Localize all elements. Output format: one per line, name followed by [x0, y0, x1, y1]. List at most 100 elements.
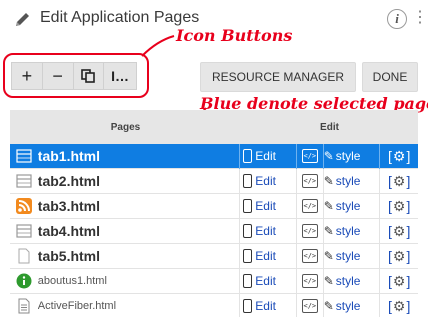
settings-bracket: [⚙] — [388, 273, 410, 290]
gear-icon: ⚙ — [392, 272, 406, 289]
edit-source-button[interactable]: </> — [297, 249, 323, 263]
add-page-button[interactable]: + — [12, 63, 43, 89]
page-settings-button[interactable]: [⚙] — [380, 148, 418, 165]
page-settings-button[interactable]: [⚙] — [380, 173, 418, 190]
edit-style-link[interactable]: ✎ style — [324, 174, 380, 188]
page-settings-button[interactable]: [⚙] — [380, 298, 418, 315]
mobile-icon — [243, 174, 253, 188]
icon-toolbar: + − I… — [11, 62, 137, 90]
bracket-left: [ — [387, 223, 392, 239]
page-icon-cell — [10, 148, 38, 164]
page-settings-button[interactable]: [⚙] — [380, 198, 418, 215]
page-settings-button[interactable]: [⚙] — [380, 223, 418, 240]
page-settings-button[interactable]: [⚙] — [380, 273, 418, 290]
dialog-title: Edit Application Pages — [40, 9, 200, 26]
code-icon: </> — [301, 174, 318, 188]
page-name[interactable]: tab5.html — [38, 248, 240, 264]
edit-style-link[interactable]: ✎ style — [324, 224, 380, 238]
page-name[interactable]: tab2.html — [38, 173, 240, 189]
gear-icon: ⚙ — [392, 247, 406, 264]
edit-style-link[interactable]: ✎ style — [324, 199, 380, 213]
page-name[interactable]: aboutus1.html — [38, 275, 240, 287]
gear-icon: ⚙ — [392, 147, 406, 164]
edit-source-button[interactable]: </> — [297, 174, 323, 188]
edit-source-button[interactable]: </> — [297, 274, 323, 288]
style-label: style — [335, 199, 361, 213]
settings-bracket: [⚙] — [388, 198, 410, 215]
style-label: style — [335, 224, 361, 238]
pencil-icon: ✎ — [323, 199, 334, 213]
edit-style-link[interactable]: ✎ style — [324, 299, 380, 313]
table-row[interactable]: tab2.html Edit </> ✎ style [⚙] — [10, 168, 418, 194]
bracket-right: ] — [406, 223, 411, 239]
edit-style-link[interactable]: ✎ style — [324, 249, 380, 263]
bracket-right: ] — [406, 198, 411, 214]
page-settings-button[interactable]: [⚙] — [380, 248, 418, 265]
edit-page-link[interactable]: Edit — [240, 199, 296, 213]
style-label: style — [335, 174, 361, 188]
code-icon: </> — [301, 299, 318, 313]
mobile-icon — [243, 199, 253, 213]
blank-page-icon — [18, 248, 30, 264]
pencil-icon: ✎ — [323, 299, 334, 313]
table-row[interactable]: tab3.html Edit </> ✎ style [⚙] — [10, 193, 418, 219]
edit-label: Edit — [255, 149, 276, 163]
edit-label: Edit — [255, 174, 276, 188]
resource-manager-button[interactable]: RESOURCE MANAGER — [200, 62, 356, 92]
page-name[interactable]: tab1.html — [38, 148, 240, 164]
code-icon: </> — [301, 224, 318, 238]
edit-page-link[interactable]: Edit — [240, 274, 296, 288]
edit-source-button[interactable]: </> — [297, 199, 323, 213]
info-icon[interactable]: i — [387, 9, 407, 29]
copy-icon — [81, 69, 96, 83]
edit-style-link[interactable]: ✎ style — [324, 274, 380, 288]
edit-source-button[interactable]: </> — [297, 224, 323, 238]
page-icon-cell — [10, 298, 38, 314]
rss-icon — [15, 198, 32, 214]
edit-label: Edit — [255, 299, 276, 313]
table-header: Pages Edit — [10, 110, 418, 144]
remove-page-button[interactable]: − — [43, 63, 74, 89]
pages-table: Pages Edit tab1.html Edit </> ✎ style[⚙] tab2… — [10, 110, 418, 317]
mobile-icon — [243, 249, 253, 263]
mobile-icon — [243, 299, 253, 313]
edit-page-link[interactable]: Edit — [240, 174, 296, 188]
table-row[interactable]: tab4.html Edit </> ✎ style [⚙] — [10, 218, 418, 244]
table-row[interactable]: tab1.html Edit </> ✎ style [⚙] — [10, 143, 418, 169]
pencil-icon: ✎ — [323, 224, 334, 238]
edit-source-button[interactable]: </> — [297, 149, 323, 163]
copy-page-button[interactable] — [74, 63, 105, 89]
tab-page-icon — [16, 224, 32, 238]
edit-page-link[interactable]: Edit — [240, 249, 296, 263]
edit-page-link[interactable]: Edit — [240, 299, 296, 313]
rename-page-button[interactable]: I… — [104, 63, 136, 89]
table-row[interactable]: tab5.html Edit </> ✎ style [⚙] — [10, 243, 418, 269]
edit-label: Edit — [255, 199, 276, 213]
page-name[interactable]: ActiveFiber.html — [38, 300, 240, 312]
page-icon-cell — [10, 248, 38, 264]
edit-label: Edit — [255, 224, 276, 238]
gear-icon: ⚙ — [392, 297, 406, 314]
edit-style-link[interactable]: ✎ style — [324, 149, 380, 163]
style-label: style — [335, 149, 361, 163]
bracket-right: ] — [406, 273, 411, 289]
settings-bracket: [⚙] — [388, 298, 410, 315]
kebab-menu-icon[interactable]: ⋮ — [412, 9, 428, 29]
settings-bracket: [⚙] — [388, 223, 410, 240]
page-name[interactable]: tab4.html — [38, 223, 240, 239]
edit-page-link[interactable]: Edit — [240, 149, 296, 163]
document-icon — [18, 298, 30, 314]
edit-source-button[interactable]: </> — [297, 299, 323, 313]
page-icon-cell — [10, 198, 38, 214]
page-icon-cell — [10, 273, 38, 289]
bracket-right: ] — [406, 298, 411, 314]
page-name[interactable]: tab3.html — [38, 198, 240, 214]
mobile-icon — [243, 224, 253, 238]
table-row[interactable]: aboutus1.html Edit </> ✎ style [⚙] — [10, 268, 418, 294]
edit-page-link[interactable]: Edit — [240, 224, 296, 238]
table-body: tab1.html Edit </> ✎ style[⚙] tab2.html Edit </… — [10, 143, 418, 317]
table-row[interactable]: ActiveFiber.html Edit </> ✎ style [⚙] — [10, 293, 418, 317]
done-button[interactable]: DONE — [362, 62, 418, 92]
bracket-left: [ — [387, 198, 392, 214]
code-icon: </> — [301, 199, 318, 213]
